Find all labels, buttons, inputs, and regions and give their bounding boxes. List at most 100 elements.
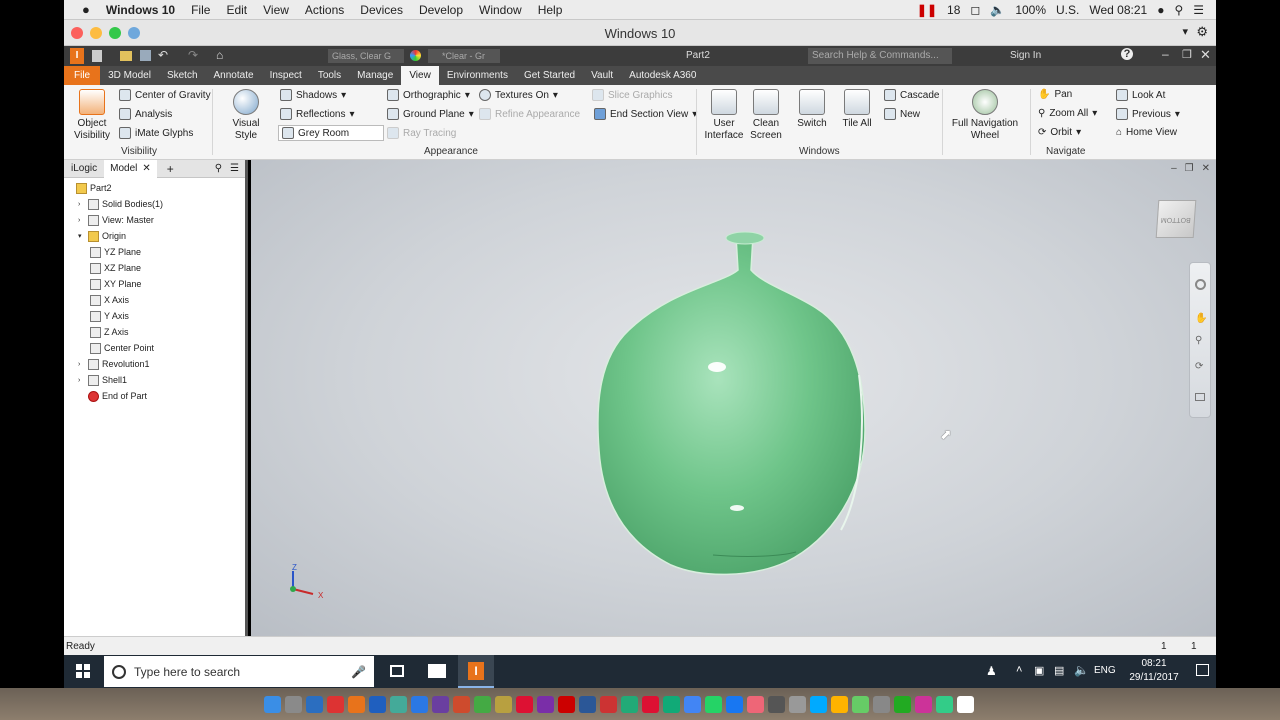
material-dropdown[interactable]: Glass, Clear G	[328, 49, 404, 63]
tree-node[interactable]: Z Axis	[90, 324, 129, 340]
app-minimize-icon[interactable]: –	[1162, 47, 1169, 61]
orthographic-button[interactable]: Orthographic ▾	[387, 89, 470, 101]
ray-tracing-button[interactable]: Ray Tracing	[387, 127, 456, 139]
tree-node[interactable]: ▾ Origin	[78, 228, 126, 244]
expand-right-icon[interactable]: ›	[78, 361, 85, 368]
dock-app-icon[interactable]	[411, 696, 428, 713]
menubar-clock[interactable]: Wed 08:21	[1089, 3, 1147, 17]
dock-app-icon[interactable]	[369, 696, 386, 713]
tree-node[interactable]: › Shell1	[78, 372, 127, 388]
people-icon[interactable]: ♟	[986, 664, 997, 678]
expand-right-icon[interactable]: ›	[78, 201, 85, 208]
taskbar-search-box[interactable]: Type here to search 🎤	[104, 656, 374, 687]
full-navigation-wheel-button[interactable]: Full Navigation Wheel	[948, 89, 1022, 142]
close-tab-icon[interactable]: ✕	[142, 160, 150, 178]
redo-icon[interactable]: ↷	[188, 48, 198, 62]
app-name-menu[interactable]: Windows 10	[106, 3, 175, 17]
dock-app-icon[interactable]	[915, 696, 932, 713]
menu-devices[interactable]: Devices	[360, 3, 403, 17]
glass-bottle-model[interactable]	[251, 160, 1216, 636]
dock-app-icon[interactable]	[516, 696, 533, 713]
new-window-button[interactable]: New	[884, 108, 920, 120]
menu-help[interactable]: Help	[538, 3, 563, 17]
tree-node[interactable]: Center Point	[90, 340, 154, 356]
spotlight-icon[interactable]: ⚲	[1174, 3, 1183, 17]
dock-app-icon[interactable]	[726, 696, 743, 713]
dock-app-icon[interactable]	[495, 696, 512, 713]
save-icon[interactable]	[140, 50, 151, 61]
dock-app-icon[interactable]	[621, 696, 638, 713]
dock-app-icon[interactable]	[264, 696, 281, 713]
volume-icon[interactable]: 🔈	[990, 3, 1005, 17]
shadows-button[interactable]: Shadows ▾	[280, 89, 346, 101]
analysis-button[interactable]: Analysis	[119, 108, 172, 120]
tab-get-started[interactable]: Get Started	[516, 66, 583, 85]
tab-manage[interactable]: Manage	[349, 66, 401, 85]
pause-icon[interactable]: ❚❚	[917, 3, 937, 17]
tab-tools[interactable]: Tools	[310, 66, 349, 85]
dock-app-icon[interactable]	[390, 696, 407, 713]
tree-node[interactable]: › View: Master	[78, 212, 154, 228]
mail-icon[interactable]	[428, 664, 446, 678]
dock-app-icon[interactable]	[306, 696, 323, 713]
appearance-dropdown[interactable]: *Clear - Gr	[428, 49, 500, 63]
tile-all-button[interactable]: Tile All	[839, 89, 875, 130]
dock-app-icon[interactable]	[642, 696, 659, 713]
dock-app-icon[interactable]	[453, 696, 470, 713]
cascade-button[interactable]: Cascade	[884, 89, 939, 101]
dock-app-icon[interactable]	[474, 696, 491, 713]
search-help-input[interactable]: Search Help & Commands...	[808, 48, 952, 64]
tab-vault[interactable]: Vault	[583, 66, 621, 85]
menu-actions[interactable]: Actions	[305, 3, 344, 17]
tab-3d-model[interactable]: 3D Model	[100, 66, 159, 85]
tab-view[interactable]: View	[401, 66, 439, 85]
dropdown-chevron-icon[interactable]: ▾	[1182, 25, 1188, 38]
dock-app-icon[interactable]	[768, 696, 785, 713]
dock-app-icon[interactable]	[705, 696, 722, 713]
microphone-icon[interactable]: 🎤	[351, 665, 374, 679]
action-center-icon[interactable]	[1196, 664, 1209, 676]
tab-file[interactable]: File	[64, 66, 101, 85]
menu-view[interactable]: View	[263, 3, 289, 17]
status-count[interactable]: 18	[947, 3, 960, 17]
user-interface-button[interactable]: User Interface	[702, 89, 746, 142]
dock-app-icon[interactable]	[348, 696, 365, 713]
undo-icon[interactable]: ↶	[158, 48, 168, 62]
dock-app-icon[interactable]	[747, 696, 764, 713]
tree-node[interactable]: Part2	[66, 180, 112, 196]
app-restore-icon[interactable]: ❐	[1182, 48, 1192, 61]
menu-edit[interactable]: Edit	[226, 3, 247, 17]
battery-percent[interactable]: 100%	[1015, 3, 1046, 17]
visual-style-button[interactable]: Visual Style	[220, 89, 272, 142]
textures-on-button[interactable]: Textures On ▾	[479, 89, 558, 101]
input-source[interactable]: U.S.	[1056, 3, 1079, 17]
browser-search-icon[interactable]: ⚲	[215, 163, 230, 174]
add-tab-icon[interactable]: +	[157, 162, 184, 176]
appearance-color-icon[interactable]	[410, 50, 421, 61]
tab-inspect[interactable]: Inspect	[262, 66, 310, 85]
end-section-view-button[interactable]: End Section View ▾	[594, 108, 697, 120]
tab-sketch[interactable]: Sketch	[159, 66, 206, 85]
center-of-gravity-button[interactable]: Center of Gravity	[119, 89, 211, 101]
tree-node[interactable]: › Solid Bodies(1)	[78, 196, 163, 212]
dock-app-icon[interactable]	[327, 696, 344, 713]
app-close-icon[interactable]: ✕	[1200, 47, 1211, 63]
reflections-button[interactable]: Reflections ▾	[280, 108, 355, 120]
sign-in-link[interactable]: Sign In	[1010, 50, 1041, 61]
tab-autodesk-a360[interactable]: Autodesk A360	[621, 66, 704, 85]
tab-environments[interactable]: Environments	[439, 66, 516, 85]
task-view-icon[interactable]	[390, 665, 404, 677]
expand-right-icon[interactable]: ›	[78, 377, 85, 384]
menu-develop[interactable]: Develop	[419, 3, 463, 17]
tab-model[interactable]: Model ✕	[104, 159, 157, 178]
menu-window[interactable]: Window	[479, 3, 522, 17]
help-icon[interactable]: ?	[1121, 48, 1133, 60]
previous-button[interactable]: Previous ▾	[1116, 108, 1180, 120]
dock-app-icon[interactable]	[579, 696, 596, 713]
switch-button[interactable]: Switch	[794, 89, 830, 130]
tree-node[interactable]: › Revolution1	[78, 356, 150, 372]
pan-button[interactable]: ✋ Pan	[1038, 89, 1072, 100]
inventor-taskbar-icon[interactable]: I	[458, 655, 494, 688]
dock-app-icon[interactable]	[537, 696, 554, 713]
expand-right-icon[interactable]: ›	[78, 217, 85, 224]
